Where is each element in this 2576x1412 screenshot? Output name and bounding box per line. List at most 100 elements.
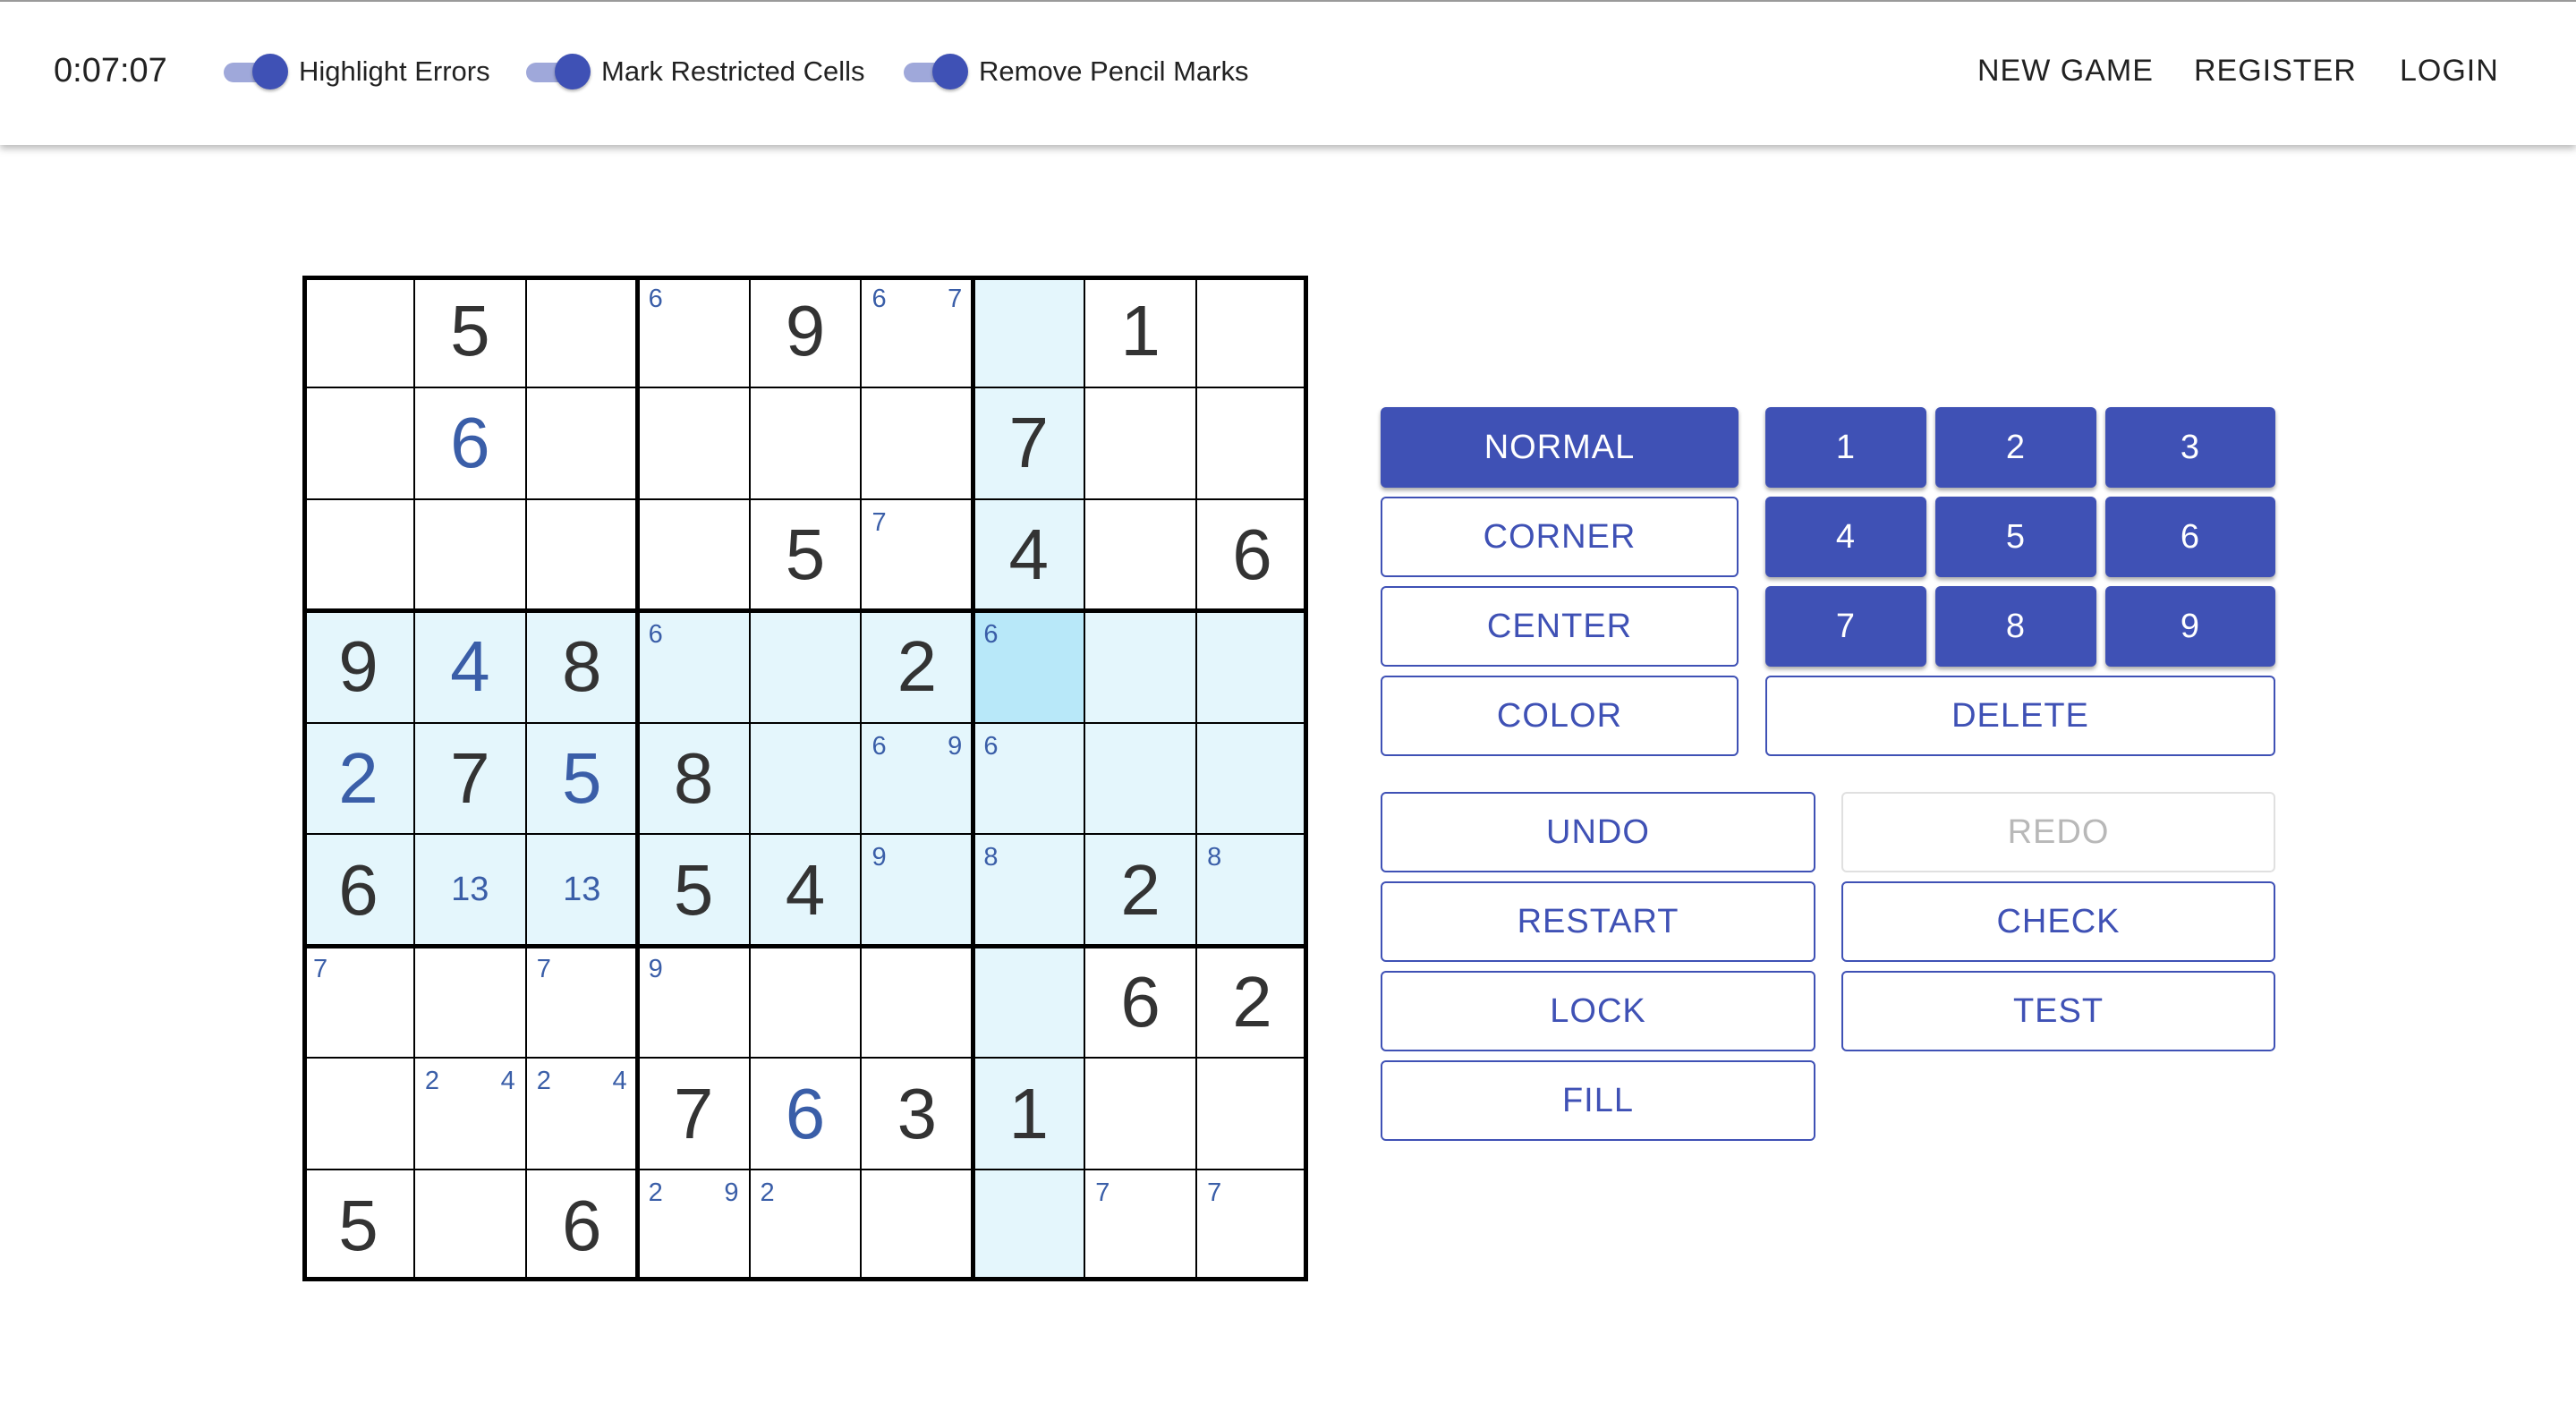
sudoku-cell[interactable]: 6 [637,610,750,723]
undo-button[interactable]: UNDO [1381,792,1815,872]
sudoku-cell[interactable]: 2 [1196,946,1308,1059]
sudoku-cell[interactable]: 24 [413,1058,526,1170]
fill-button[interactable]: FILL [1381,1060,1815,1141]
sudoku-cell[interactable]: 29 [637,1170,750,1281]
register-link[interactable]: REGISTER [2194,54,2357,89]
number-2-button[interactable]: 2 [1935,407,2096,488]
number-8-button[interactable]: 8 [1935,586,2096,667]
sudoku-cell[interactable] [413,498,526,611]
sudoku-cell[interactable] [302,276,414,387]
mark-restricted-cells-switch[interactable] [526,54,591,89]
sudoku-cell[interactable]: 6 [637,276,750,387]
sudoku-cell[interactable] [749,610,862,723]
sudoku-cell[interactable]: 6 [1196,498,1308,611]
number-6-button[interactable]: 6 [2105,497,2275,577]
sudoku-cell[interactable] [1196,276,1308,387]
sudoku-cell[interactable]: 6 [302,834,414,947]
sudoku-cell[interactable] [973,276,1085,387]
sudoku-cell[interactable] [1196,387,1308,499]
highlight-errors-toggle-group[interactable]: Highlight Errors [224,54,490,89]
sudoku-cell[interactable]: 6 [973,722,1085,835]
sudoku-cell[interactable] [1084,722,1197,835]
sudoku-cell[interactable] [525,387,638,499]
sudoku-cell[interactable]: 4 [973,498,1085,611]
sudoku-cell[interactable] [1196,610,1308,723]
number-4-button[interactable]: 4 [1765,497,1926,577]
sudoku-cell[interactable] [1084,387,1197,499]
sudoku-cell[interactable] [1084,610,1197,723]
sudoku-cell[interactable]: 7 [525,946,638,1059]
sudoku-cell[interactable]: 13 [413,834,526,947]
sudoku-cell[interactable]: 2 [302,722,414,835]
sudoku-cell[interactable] [1196,1058,1308,1170]
normal-mode-button[interactable]: NORMAL [1381,407,1739,488]
sudoku-cell[interactable]: 6 [525,1170,638,1281]
sudoku-cell[interactable]: 24 [525,1058,638,1170]
highlight-errors-switch[interactable] [224,54,288,89]
sudoku-cell[interactable] [637,387,750,499]
sudoku-cell[interactable] [861,1170,973,1281]
number-5-button[interactable]: 5 [1935,497,2096,577]
sudoku-cell[interactable]: 67 [861,276,973,387]
sudoku-cell[interactable]: 69 [861,722,973,835]
new-game-link[interactable]: NEW GAME [1977,54,2154,89]
remove-pencil-marks-switch[interactable] [904,54,968,89]
login-link[interactable]: LOGIN [2400,54,2499,89]
check-button[interactable]: CHECK [1841,881,2275,962]
sudoku-cell[interactable] [302,387,414,499]
sudoku-cell[interactable]: 8 [973,834,1085,947]
sudoku-cell[interactable]: 2 [861,610,973,723]
center-mode-button[interactable]: CENTER [1381,586,1739,667]
sudoku-cell[interactable] [413,946,526,1059]
sudoku-cell[interactable]: 5 [302,1170,414,1281]
sudoku-cell[interactable] [749,946,862,1059]
color-mode-button[interactable]: COLOR [1381,676,1739,756]
sudoku-cell[interactable] [1196,722,1308,835]
sudoku-cell[interactable] [413,1170,526,1281]
sudoku-cell[interactable]: 6 [1084,946,1197,1059]
lock-button[interactable]: LOCK [1381,971,1815,1051]
sudoku-cell[interactable]: 6 [413,387,526,499]
sudoku-cell[interactable]: 1 [1084,276,1197,387]
sudoku-cell[interactable] [861,946,973,1059]
sudoku-cell[interactable]: 9 [749,276,862,387]
sudoku-cell[interactable] [861,387,973,499]
sudoku-cell[interactable]: 8 [637,722,750,835]
sudoku-cell[interactable]: 1 [973,1058,1085,1170]
sudoku-cell[interactable] [973,1170,1085,1281]
mark-restricted-cells-toggle-group[interactable]: Mark Restricted Cells [526,54,865,89]
sudoku-cell[interactable] [973,946,1085,1059]
sudoku-cell[interactable]: 7 [1084,1170,1197,1281]
sudoku-cell[interactable]: 7 [637,1058,750,1170]
sudoku-cell[interactable]: 5 [749,498,862,611]
corner-mode-button[interactable]: CORNER [1381,497,1739,577]
sudoku-cell[interactable]: 5 [637,834,750,947]
sudoku-cell[interactable]: 5 [413,276,526,387]
sudoku-cell[interactable]: 7 [861,498,973,611]
number-7-button[interactable]: 7 [1765,586,1926,667]
switch-thumb[interactable] [252,54,288,89]
sudoku-cell[interactable] [525,276,638,387]
sudoku-cell[interactable]: 8 [1196,834,1308,947]
sudoku-cell[interactable]: 7 [1196,1170,1308,1281]
sudoku-cell[interactable]: 4 [413,610,526,723]
sudoku-cell[interactable]: 3 [861,1058,973,1170]
sudoku-cell[interactable]: 5 [525,722,638,835]
sudoku-cell[interactable]: 2 [1084,834,1197,947]
switch-thumb[interactable] [932,54,968,89]
sudoku-cell[interactable]: 9 [302,610,414,723]
remove-pencil-marks-toggle-group[interactable]: Remove Pencil Marks [904,54,1248,89]
sudoku-cell[interactable] [1084,1058,1197,1170]
sudoku-cell[interactable] [749,387,862,499]
number-1-button[interactable]: 1 [1765,407,1926,488]
sudoku-cell[interactable] [525,498,638,611]
sudoku-cell[interactable]: 2 [749,1170,862,1281]
delete-button[interactable]: DELETE [1765,676,2275,756]
sudoku-cell[interactable] [302,498,414,611]
sudoku-cell[interactable]: 7 [413,722,526,835]
sudoku-cell[interactable]: 8 [525,610,638,723]
restart-button[interactable]: RESTART [1381,881,1815,962]
number-9-button[interactable]: 9 [2105,586,2275,667]
sudoku-cell[interactable]: 9 [637,946,750,1059]
sudoku-cell[interactable] [637,498,750,611]
